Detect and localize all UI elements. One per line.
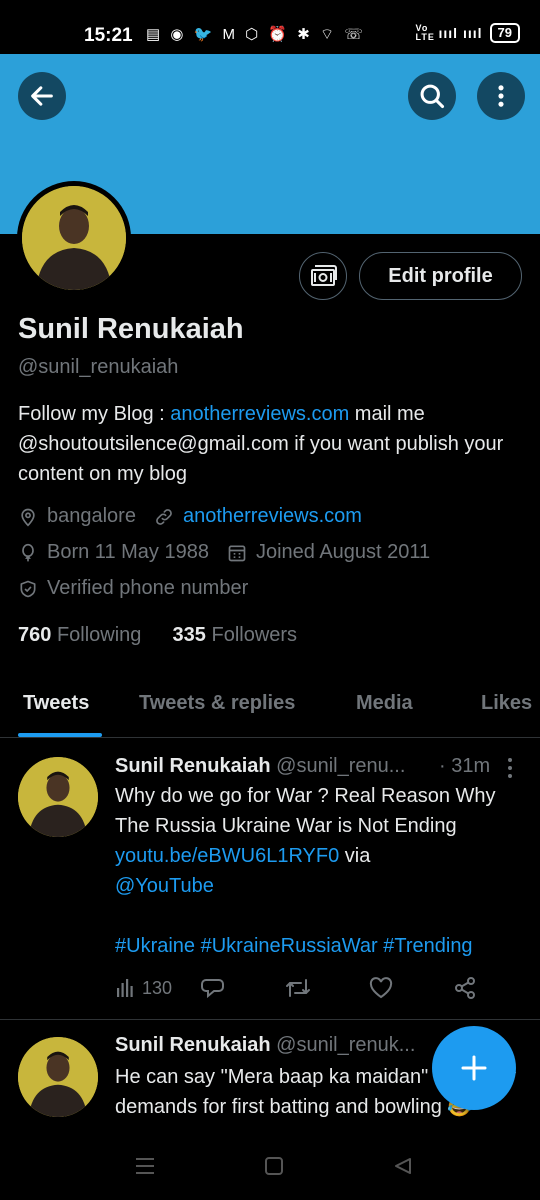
profile-meta-row-1: bangalore anotherreviews.com — [18, 505, 362, 528]
balloon-icon — [18, 542, 38, 564]
notification-icons: ▤ ◉ 🐦 M ⬡ ⏰ ✱ ⌔ ☏ — [146, 26, 366, 43]
network-type: Vo LTE — [415, 23, 435, 42]
tweet-text-part: via — [339, 845, 371, 867]
link-icon — [154, 507, 174, 527]
like-button[interactable] — [369, 977, 453, 999]
follow-counts: 760 Following 335 Followers — [18, 624, 297, 647]
profile-name: Sunil Renukaiah — [18, 313, 244, 345]
back-button[interactable] — [18, 72, 66, 120]
reply-button[interactable] — [201, 977, 285, 999]
person-silhouette-icon — [22, 186, 126, 290]
tweet-item[interactable]: Sunil Renukaiah @sunil_renu... · 31m Why… — [0, 739, 540, 1019]
menu-icon — [136, 1158, 154, 1174]
tab-tweets[interactable]: Tweets — [23, 692, 89, 715]
location-icon — [18, 506, 38, 528]
profile-bio: Follow my Blog : anotherreviews.com mail… — [18, 399, 528, 489]
tweet-text-part: Why do we go for War ? Real Reason Why T… — [115, 785, 496, 837]
retweet-button[interactable] — [285, 977, 369, 999]
reply-icon — [201, 979, 224, 999]
profile-joined: Joined August 2011 — [255, 541, 431, 563]
share-icon — [455, 977, 475, 999]
tweet-more-button[interactable] — [503, 757, 517, 784]
profile-website-link[interactable]: anotherreviews.com — [183, 505, 362, 528]
edit-profile-button[interactable]: Edit profile — [359, 252, 522, 300]
plus-icon — [461, 1055, 487, 1081]
tweet-author-name[interactable]: Sunil Renukaiah — [115, 1034, 271, 1056]
followers-count: 335 — [172, 624, 206, 646]
following-label: Following — [56, 624, 142, 646]
profile-tabs: Tweets Tweets & replies Media Likes — [0, 680, 540, 738]
status-right: Vo LTE ıııl ıııl 79 — [416, 23, 520, 43]
tweet-link[interactable]: youtu.be/eBWU6L1RYF0 — [115, 845, 339, 867]
home-square-icon — [265, 1157, 283, 1175]
signal-icon: ıııl ıııl — [438, 25, 483, 41]
tweet-avatar[interactable] — [18, 757, 98, 837]
tweet-author-handle: @sunil_renuk... — [276, 1034, 416, 1056]
profile-avatar[interactable] — [17, 181, 131, 295]
bio-text-prefix: Follow my Blog : — [18, 403, 171, 425]
arrow-left-icon — [31, 86, 53, 106]
tweet-mention[interactable]: @YouTube — [115, 875, 214, 897]
retweet-icon — [286, 979, 310, 997]
tweet-hashtags[interactable]: #Ukraine #UkraineRussiaWar #Trending — [115, 935, 473, 957]
battery-icon: 79 — [489, 23, 520, 43]
home-button[interactable] — [264, 1156, 284, 1181]
recent-apps-button[interactable] — [134, 1156, 156, 1181]
tweet-time: · 31m — [439, 755, 491, 777]
tweet-text: Why do we go for War ? Real Reason Why T… — [115, 781, 525, 961]
system-nav-bar — [0, 1134, 540, 1200]
profile-meta-row-3: Verified phone number — [18, 577, 248, 600]
profile-birthday: Born 11 May 1988 — [47, 541, 209, 563]
calendar-icon — [227, 543, 247, 563]
more-options-button[interactable] — [477, 72, 525, 120]
tweet-avatar[interactable] — [18, 1037, 98, 1117]
shield-check-icon — [18, 578, 38, 600]
person-silhouette-icon — [18, 1037, 98, 1117]
avatar-photo — [22, 186, 126, 290]
tweet-author-name[interactable]: Sunil Renukaiah — [115, 755, 271, 777]
back-nav-button[interactable] — [393, 1156, 413, 1181]
tweet-actions: 130 — [115, 976, 477, 1000]
tweet-author-handle: @sunil_renu... — [276, 755, 406, 777]
tab-media[interactable]: Media — [356, 692, 413, 715]
person-silhouette-icon — [18, 757, 98, 837]
following-count: 760 — [18, 624, 52, 646]
analytics-icon — [117, 979, 133, 997]
followers-label: Followers — [211, 624, 298, 646]
verified-phone: Verified phone number — [47, 577, 249, 599]
bio-link[interactable]: anotherreviews.com — [170, 403, 349, 425]
views-button[interactable]: 130 — [115, 978, 201, 999]
profile-location: bangalore — [47, 505, 136, 527]
following-link[interactable]: 760 Following — [18, 624, 141, 646]
heart-icon — [369, 977, 393, 999]
views-count: 130 — [142, 977, 173, 998]
back-triangle-icon — [395, 1158, 411, 1174]
more-vertical-icon — [498, 85, 504, 107]
compose-tweet-button[interactable] — [432, 1026, 516, 1110]
status-time: 15:21 — [84, 25, 133, 46]
profile-handle: @sunil_renukaiah — [18, 356, 179, 378]
money-icon — [311, 265, 337, 286]
profile-meta-row-2: Born 11 May 1988 Joined August 2011 — [18, 541, 430, 564]
tab-tweets-and-replies[interactable]: Tweets & replies — [139, 692, 295, 715]
followers-link[interactable]: 335 Followers — [173, 624, 298, 646]
professional-tools-button[interactable] — [299, 252, 347, 300]
search-button[interactable] — [408, 72, 456, 120]
status-bar: 15:21 ▤ ◉ 🐦 M ⬡ ⏰ ✱ ⌔ ☏ Vo LTE ıııl ıııl… — [0, 0, 540, 54]
search-icon — [420, 84, 445, 109]
share-button[interactable] — [453, 976, 477, 1000]
more-vertical-icon — [508, 758, 512, 778]
active-tab-indicator — [18, 733, 102, 737]
tab-likes[interactable]: Likes — [481, 692, 532, 715]
